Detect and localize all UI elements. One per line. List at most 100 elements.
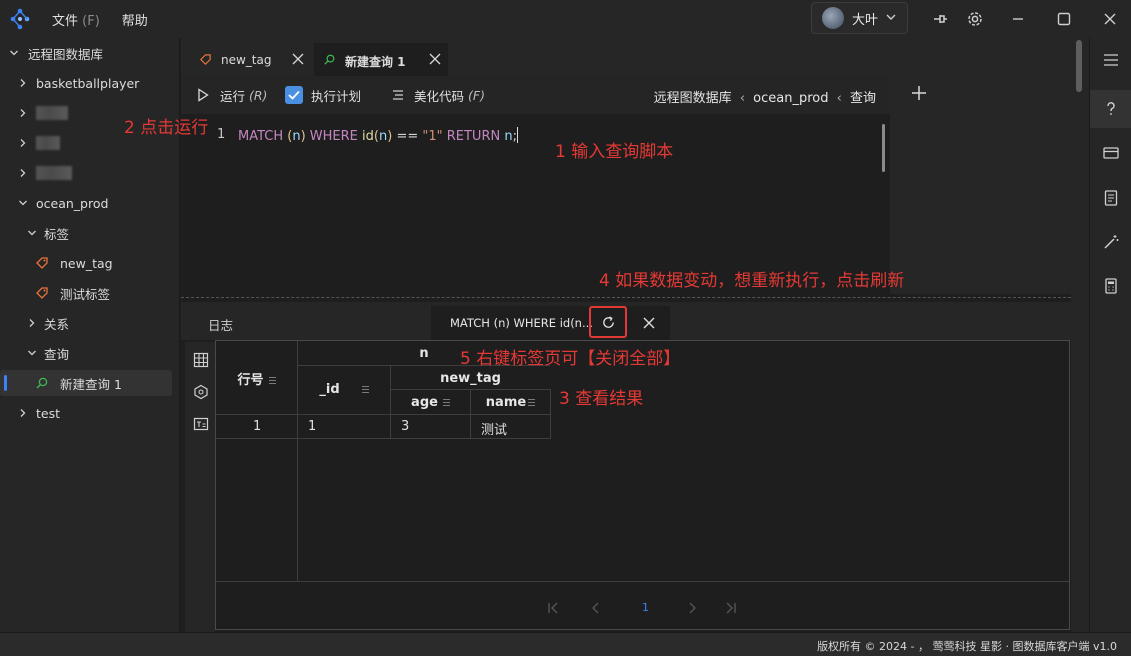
editor-toolbar: 运行 (R) 执行计划 美化代码 (F) 远程图数据库 ‹ ocean_prod… — [181, 76, 890, 114]
first-page-icon[interactable] — [546, 601, 560, 615]
tree-item-tags[interactable]: 标签 — [0, 220, 180, 246]
tag-icon — [36, 287, 48, 299]
cell-id[interactable]: 1 — [308, 419, 316, 434]
play-icon — [198, 88, 209, 102]
col-divider — [550, 389, 551, 439]
tree-item-ocean-prod[interactable]: ocean_prod — [0, 190, 180, 216]
copyright-text: 版权所有 © 2024 - ， 莺莺科技 星影 · 图数据库客户端 v1.0 — [817, 640, 1117, 653]
text-view-icon[interactable] — [193, 416, 209, 432]
close-tab-icon[interactable] — [428, 52, 442, 66]
chevron-right-icon[interactable] — [18, 168, 28, 178]
calculator-icon[interactable] — [1102, 277, 1120, 295]
tree-item-relations[interactable]: 关系 — [0, 310, 180, 336]
cell-name[interactable]: 测试 — [481, 419, 507, 438]
cell-row-no[interactable]: 1 — [253, 419, 261, 434]
scrollbar-thumb[interactable] — [1076, 40, 1082, 92]
execution-plan-checkbox[interactable]: 执行计划 — [285, 86, 361, 105]
side-panel — [890, 76, 1071, 294]
editor-area: new_tag 新建查询 1 运行 (R) 执行计划 美化代码 (F) 远程图数… — [181, 38, 1071, 632]
chevron-down-icon — [886, 14, 896, 20]
sort-icon[interactable] — [442, 402, 450, 403]
sort-icon[interactable] — [528, 402, 536, 403]
tab-new-tag[interactable]: new_tag — [187, 43, 311, 76]
redacted-label — [36, 106, 68, 120]
menu-help[interactable]: 帮助 — [122, 10, 148, 29]
main-scrollbar[interactable] — [1071, 38, 1089, 632]
chevron-down-icon[interactable] — [18, 198, 28, 208]
redacted-label — [36, 136, 60, 150]
close-tab-icon[interactable] — [291, 52, 305, 66]
beautify-code-button[interactable]: 美化代码 (F) — [392, 86, 485, 105]
tree-item-basketballplayer[interactable]: basketballplayer — [0, 70, 180, 96]
query-code[interactable]: MATCH (n) WHERE id(n) == "1" RETURN n; — [238, 127, 518, 144]
right-toolbar — [1089, 38, 1131, 632]
refresh-button[interactable] — [589, 306, 627, 338]
col-divider — [297, 341, 298, 581]
chevron-right-icon[interactable] — [18, 408, 28, 418]
checkbox-checked[interactable] — [285, 86, 303, 104]
tree-item-new-query-1[interactable]: 新建查询 1 — [0, 370, 172, 396]
breadcrumb-queries[interactable]: 查询 — [850, 91, 876, 106]
add-icon[interactable] — [910, 84, 928, 102]
tab-query-result[interactable]: MATCH (n) WHERE id(n... — [431, 306, 670, 340]
text-cursor — [516, 127, 518, 143]
breadcrumb-space[interactable]: ocean_prod — [753, 91, 828, 106]
page-number[interactable]: 1 — [642, 601, 649, 614]
chevron-down-icon[interactable] — [27, 228, 37, 238]
close-icon[interactable] — [1100, 9, 1120, 29]
chevron-right-icon[interactable] — [27, 318, 37, 328]
tree-item-test[interactable]: test — [0, 400, 180, 426]
user-menu-button[interactable]: 大叶 — [811, 2, 908, 34]
maximize-icon[interactable] — [1054, 9, 1074, 29]
gear-icon[interactable] — [965, 9, 985, 29]
annotation-step-2: 2 点击运行 — [124, 118, 209, 138]
magic-wand-icon[interactable] — [1102, 233, 1120, 251]
app-logo-icon — [9, 8, 31, 30]
last-page-icon[interactable] — [724, 601, 738, 615]
menu-file[interactable]: 文件 (F) — [52, 10, 100, 29]
help-icon[interactable] — [1102, 100, 1120, 118]
minimize-icon[interactable] — [1008, 9, 1028, 29]
chevron-right-icon[interactable] — [18, 108, 28, 118]
selection-indicator — [4, 375, 7, 391]
run-button[interactable]: 运行 (R) — [197, 86, 267, 105]
row-divider — [216, 414, 550, 415]
result-tab-bar: 日志 MATCH (n) WHERE id(n... — [181, 302, 1071, 340]
breadcrumb-db[interactable]: 远程图数据库 — [654, 91, 732, 106]
tree-item-hidden-3[interactable] — [0, 160, 180, 186]
sort-icon[interactable] — [268, 380, 276, 381]
document-icon[interactable] — [1102, 189, 1120, 207]
header-id[interactable]: _id — [298, 382, 390, 397]
table-view-icon[interactable] — [193, 352, 209, 368]
header-row-no[interactable]: 行号 — [216, 369, 297, 388]
chevron-down-icon[interactable] — [9, 48, 19, 58]
chevron-down-icon[interactable] — [27, 348, 37, 358]
annotation-step-4: 4 如果数据变动，想重新执行，点击刷新 — [599, 271, 905, 291]
refresh-icon — [603, 316, 614, 328]
chevron-right-icon[interactable] — [18, 78, 28, 88]
header-new-tag: new_tag — [440, 371, 501, 386]
panel-splitter[interactable] — [181, 297, 1071, 298]
close-result-tab-icon[interactable] — [642, 316, 656, 330]
menu-icon[interactable] — [1102, 51, 1120, 69]
tree-item-test-tag[interactable]: 测试标签 — [0, 280, 180, 306]
user-name: 大叶 — [852, 12, 879, 28]
pin-icon[interactable] — [930, 9, 950, 29]
prev-page-icon[interactable] — [589, 601, 603, 615]
check-icon — [288, 90, 300, 100]
sort-icon[interactable] — [361, 389, 369, 390]
status-bar: 版权所有 © 2024 - ， 莺莺科技 星影 · 图数据库客户端 v1.0 — [0, 632, 1131, 656]
card-icon[interactable] — [1102, 144, 1120, 162]
tree-item-new-tag[interactable]: new_tag — [0, 250, 180, 276]
header-age[interactable]: age — [391, 395, 470, 410]
tree-item-remote-db[interactable]: 远程图数据库 — [0, 40, 180, 66]
chevron-right-icon[interactable] — [18, 138, 28, 148]
graph-view-icon[interactable] — [193, 384, 209, 400]
next-page-icon[interactable] — [685, 601, 699, 615]
cell-age[interactable]: 3 — [401, 419, 409, 434]
tab-log[interactable]: 日志 — [208, 315, 233, 334]
header-name[interactable]: name — [471, 395, 550, 410]
tab-new-query-1[interactable]: 新建查询 1 — [314, 43, 448, 76]
tree-item-queries[interactable]: 查询 — [0, 340, 180, 366]
editor-scrollbar[interactable] — [882, 124, 885, 172]
